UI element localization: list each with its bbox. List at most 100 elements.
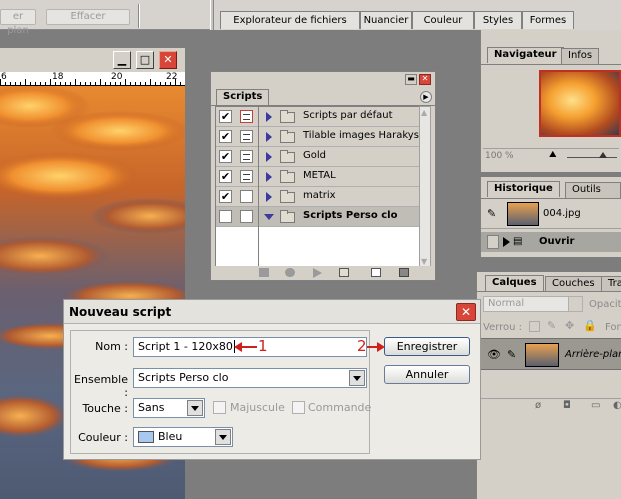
cancel-button[interactable]: Annuler (384, 365, 470, 384)
dialog-toggle-icon[interactable] (240, 130, 253, 143)
script-toggle-checkbox[interactable]: ✔ (219, 170, 232, 183)
ruler-tick (115, 82, 116, 85)
script-toggle-checkbox[interactable]: ✔ (219, 110, 232, 123)
new-set-icon[interactable] (339, 268, 349, 277)
script-row[interactable]: ✔ METAL (216, 167, 421, 187)
record-icon[interactable] (285, 268, 295, 277)
trash-icon[interactable] (399, 268, 409, 277)
panel-menu-button[interactable]: ▶ (420, 91, 432, 103)
save-plan-button[interactable]: er plan (0, 9, 36, 36)
history-state-row[interactable]: ▤ Ouvrir (481, 232, 621, 252)
blend-mode-select[interactable]: Normal (483, 296, 583, 312)
color-label: Couleur : (78, 431, 128, 444)
scroll-up-icon[interactable]: ▲ (421, 108, 427, 117)
tab-navigator[interactable]: Navigateur (487, 47, 564, 63)
tab-scripts[interactable]: Scripts (216, 89, 270, 105)
ruler-tick (80, 82, 81, 85)
history-brush-source[interactable] (487, 235, 499, 249)
tab-layers[interactable]: Calques (485, 275, 544, 291)
close-document-button[interactable]: ✕ (159, 51, 177, 69)
scroll-down-icon[interactable]: ▼ (421, 257, 427, 266)
tab-info[interactable]: Infos (561, 48, 600, 64)
dialog-toggle-icon[interactable] (240, 150, 253, 163)
zoom-out-icon[interactable]: ⛰ (549, 150, 557, 160)
dialog-toggle-icon[interactable] (240, 190, 253, 203)
tab-paths[interactable]: Tra (601, 276, 621, 292)
script-row[interactable]: ✔ Gold (216, 147, 421, 167)
eye-icon[interactable]: 👁 (487, 348, 501, 361)
maximize-button[interactable]: □ (136, 51, 154, 69)
play-icon[interactable] (313, 268, 322, 278)
dialog-close-button[interactable]: ✕ (456, 303, 476, 321)
scripts-list: ✔ Scripts par défaut ✔ Tilable images Harak… (215, 106, 421, 268)
scripts-scrollbar[interactable]: ▲ ▼ (419, 106, 431, 268)
brush-icon[interactable]: ✎ (487, 207, 496, 220)
chevron-down-icon[interactable] (187, 400, 203, 416)
adjustment-layer-icon[interactable]: ◐ (613, 400, 621, 411)
shift-checkbox[interactable] (213, 401, 226, 414)
tab-history[interactable]: Historique (487, 181, 560, 197)
chevron-down-icon[interactable] (215, 429, 231, 445)
new-group-icon[interactable]: ▭ (591, 400, 600, 411)
script-toggle-checkbox[interactable]: ✔ (219, 190, 232, 203)
panel-close-button[interactable]: ✕ (419, 74, 431, 85)
script-toggle-checkbox[interactable]: ✔ (219, 150, 232, 163)
lock-all-icon[interactable]: 🔒 (583, 319, 597, 332)
script-row[interactable]: ✔ Tilable images Harakys (216, 127, 421, 147)
ruler-tick (105, 82, 106, 85)
layer-style-icon[interactable]: ø (535, 400, 541, 411)
chevron-down-icon[interactable] (349, 370, 365, 386)
dialog-toggle-icon[interactable] (240, 170, 253, 183)
set-select[interactable]: Scripts Perso clo (133, 368, 367, 388)
layers-panel: Calques Couches Tra Normal Opacit Verrou… (476, 272, 621, 499)
ctrl-checkbox[interactable] (292, 401, 305, 414)
expand-open-icon[interactable] (264, 214, 274, 220)
key-select[interactable]: Sans (133, 398, 205, 418)
script-set-label: Tilable images Harakys (303, 130, 419, 141)
clear-button[interactable]: Effacer (46, 9, 130, 25)
chevron-down-icon[interactable] (568, 297, 582, 311)
history-snapshot-row[interactable]: ✎ 004.jpg (481, 199, 621, 229)
key-value: Sans (138, 401, 165, 414)
dialog-toggle-icon[interactable] (240, 110, 253, 123)
lock-transparency-icon[interactable] (529, 321, 540, 332)
tab-color[interactable]: Couleur (412, 11, 474, 29)
record-button[interactable]: Enregistrer (384, 337, 470, 356)
lock-pixels-icon[interactable]: ✎ (547, 319, 556, 332)
expand-closed-icon[interactable] (266, 192, 272, 202)
snapshot-label: 004.jpg (543, 208, 581, 219)
ruler-tick (5, 82, 6, 85)
tab-swatches[interactable]: Nuancier (360, 11, 412, 29)
script-row[interactable]: Scripts Perso clo (216, 207, 421, 227)
tab-tool-presets[interactable]: Outils préd (565, 182, 621, 209)
stop-icon[interactable] (259, 268, 269, 277)
expand-closed-icon[interactable] (266, 132, 272, 142)
script-toggle-checkbox[interactable] (219, 210, 232, 223)
layer-row[interactable]: 👁 ✎ Arrière-plan (481, 338, 621, 370)
tab-shapes[interactable]: Formes (522, 11, 574, 29)
tab-file-browser[interactable]: Explorateur de fichiers (220, 11, 360, 29)
panel-minimize-button[interactable]: ▬ (405, 74, 417, 85)
zoom-value[interactable]: 100 % (485, 151, 514, 161)
ruler-tick (95, 82, 96, 85)
tab-styles[interactable]: Styles (474, 11, 522, 29)
tab-channels[interactable]: Couches (545, 276, 602, 292)
script-row[interactable]: ✔ Scripts par défaut (216, 107, 421, 127)
navigator-thumbnail[interactable] (539, 70, 621, 137)
new-script-icon[interactable] (371, 268, 381, 277)
expand-closed-icon[interactable] (266, 112, 272, 122)
expand-closed-icon[interactable] (266, 152, 272, 162)
script-toggle-checkbox[interactable]: ✔ (219, 130, 232, 143)
zoom-slider-thumb[interactable] (599, 152, 607, 158)
script-row[interactable]: ✔ matrix (216, 187, 421, 207)
expand-closed-icon[interactable] (266, 172, 272, 182)
lock-position-icon[interactable]: ✥ (565, 319, 574, 332)
ruler-tick (15, 82, 16, 85)
minimize-button[interactable]: ▁ (113, 51, 131, 69)
dialog-toggle-icon[interactable] (240, 210, 253, 223)
layer-mask-icon[interactable]: ◘ (563, 400, 571, 411)
color-value: Bleu (158, 430, 183, 443)
annotation-number-1: 1 (258, 337, 268, 355)
zoom-slider[interactable] (567, 157, 617, 158)
color-select[interactable]: Bleu (133, 427, 233, 447)
